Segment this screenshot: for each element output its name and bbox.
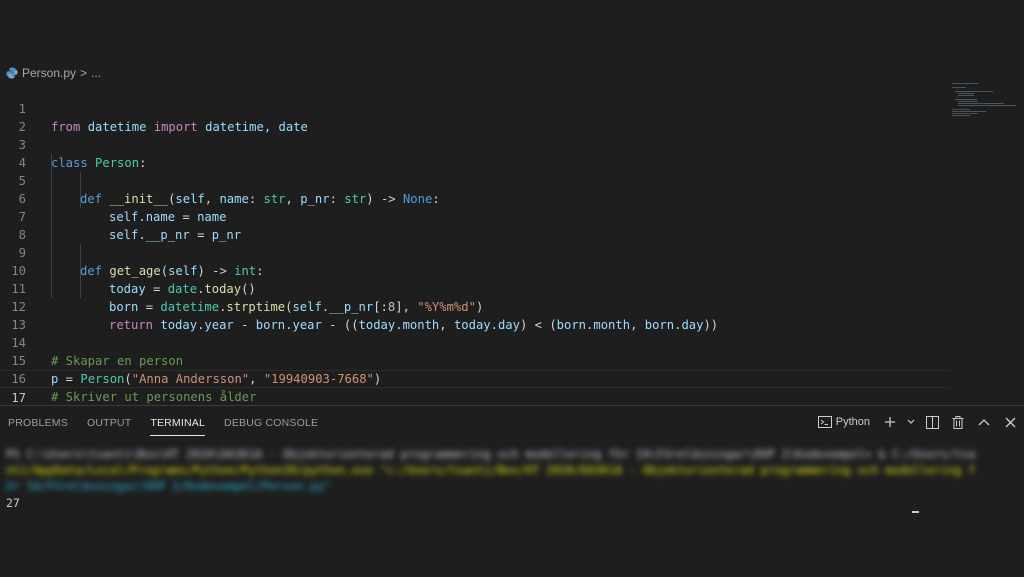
code-line: 5 def __init__(self, name: str, p_nr: st…: [0, 154, 950, 206]
code-line: 9 def get_age(self) -> int:: [0, 226, 950, 278]
split-icon: [925, 415, 939, 429]
tab-problems[interactable]: PROBLEMS: [0, 406, 79, 440]
terminal-icon: [817, 416, 832, 428]
code-line: 16 # Skriver ut personens ålder: [0, 352, 950, 404]
code-line: 10 today = date.today(): [0, 244, 950, 296]
code-line: 2: [0, 100, 950, 134]
code-line: 6 self.name = name: [0, 172, 950, 224]
breadcrumb-separator: >: [80, 66, 88, 80]
new-terminal-button[interactable]: [880, 412, 900, 432]
program-output: 27: [6, 496, 20, 510]
tab-terminal[interactable]: TERMINAL: [142, 406, 216, 440]
minimap[interactable]: [950, 82, 1016, 122]
bottom-panel: PROBLEMS OUTPUT TERMINAL DEBUG CONSOLE P…: [0, 405, 1024, 577]
plus-icon: [885, 417, 895, 427]
top-band: [0, 0, 1024, 62]
terminal-command-line: PS C:\Users\tsanti\Box\HT 2020\DA361A - …: [6, 447, 976, 461]
tab-debug-console[interactable]: DEBUG CONSOLE: [216, 406, 329, 440]
breadcrumb-file[interactable]: Person.py: [22, 66, 76, 80]
chevron-up-icon: [978, 419, 990, 426]
terminal-shell-selector[interactable]: Python: [817, 416, 874, 428]
shell-name: Python: [835, 416, 870, 428]
code-line: 15 p = Person("Anna Andersson", "1994090…: [0, 334, 950, 386]
terminal-command-line: ör IA/Föreläsningar/OOP 2/Kodexempel/Per…: [6, 479, 332, 493]
close-panel-button[interactable]: [1000, 412, 1020, 432]
panel-tabs: PROBLEMS OUTPUT TERMINAL DEBUG CONSOLE: [0, 406, 329, 440]
code-line: 11 born = datetime.strptime(self.__p_nr[…: [0, 262, 950, 314]
code-line: 8: [0, 208, 950, 242]
breadcrumb-more[interactable]: ...: [91, 66, 101, 80]
chevron-down-icon: [907, 419, 915, 424]
code-line: 7 self.__p_nr = p_nr: [0, 190, 950, 242]
panel-actions: Python: [817, 412, 1020, 432]
code-editor[interactable]: 1 from datetime import datetime, date 2 …: [0, 82, 950, 424]
kill-terminal-button[interactable]: [948, 412, 968, 432]
breadcrumb[interactable]: Person.py > ...: [6, 64, 101, 82]
code-line: 1 from datetime import datetime, date: [0, 82, 950, 134]
code-line: 12 return today.year - born.year - ((tod…: [0, 280, 950, 332]
code-line: 18: [0, 388, 950, 422]
code-line: 3 class Person:: [0, 118, 950, 170]
trash-icon: [952, 415, 964, 429]
code-line: 4: [0, 136, 950, 170]
python-file-icon: [6, 67, 18, 79]
terminal-output[interactable]: PS C:\Users\tsanti\Box\HT 2020\DA361A - …: [6, 446, 1016, 511]
split-terminal-button[interactable]: [922, 412, 942, 432]
terminal-dropdown-button[interactable]: [906, 412, 916, 432]
code-line: 14 # Skapar en person: [0, 316, 950, 368]
terminal-cursor: [912, 511, 919, 513]
terminal-command: PS C:\Users\tsanti\Box\HT 2020\DA361A - …: [6, 446, 1016, 494]
terminal-command-line: nti/AppData/Local/Programs/Python/Python…: [6, 463, 976, 477]
code-line-current: 17 print(p.get_age()): [0, 370, 950, 424]
code-line: 13: [0, 298, 950, 332]
close-icon: [1005, 417, 1015, 427]
maximize-panel-button[interactable]: [974, 412, 994, 432]
tab-output[interactable]: OUTPUT: [79, 406, 142, 440]
